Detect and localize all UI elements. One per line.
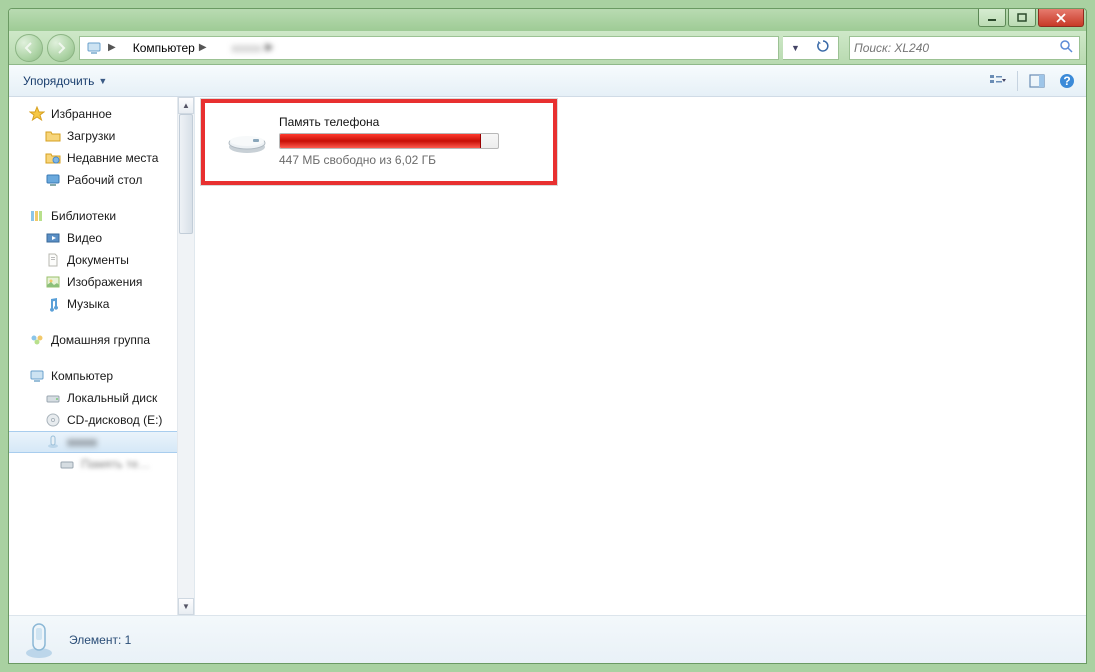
sidebar-music[interactable]: Музыка (9, 293, 194, 315)
sidebar-label: Документы (67, 253, 129, 267)
sidebar-documents[interactable]: Документы (9, 249, 194, 271)
organize-button[interactable]: Упорядочить ▼ (17, 70, 113, 92)
forward-button[interactable] (47, 34, 75, 62)
help-button[interactable]: ? (1056, 70, 1078, 92)
close-button[interactable] (1038, 9, 1084, 27)
sidebar-favorites[interactable]: Избранное (9, 103, 194, 125)
sidebar-label: Компьютер (51, 369, 113, 383)
drive-icon (59, 456, 75, 472)
sidebar-label: Локальный диск (67, 391, 157, 405)
sidebar-local-disk[interactable]: Локальный диск (9, 387, 194, 409)
sidebar-label: Недавние места (67, 151, 158, 165)
chevron-down-icon: ▼ (98, 76, 107, 86)
preview-pane-button[interactable] (1026, 70, 1048, 92)
refresh-icon[interactable] (816, 39, 830, 56)
sidebar: Избранное Загрузки Недавние места (9, 97, 195, 615)
minimize-button[interactable] (978, 9, 1006, 27)
music-icon (45, 296, 61, 312)
sidebar-cd-drive[interactable]: CD-дисковод (E:) (9, 409, 194, 431)
sidebar-libraries[interactable]: Библиотеки (9, 205, 194, 227)
toolbar: Упорядочить ▼ ? (9, 65, 1086, 97)
navbar: ▶ Компьютер ▶ xxxxx ▶ ▼ (9, 31, 1086, 65)
explorer-window: ▶ Компьютер ▶ xxxxx ▶ ▼ Упорядочить (8, 8, 1087, 664)
scroll-track[interactable] (178, 114, 194, 598)
documents-icon (45, 252, 61, 268)
star-icon (29, 106, 45, 122)
sidebar-computer[interactable]: Компьютер (9, 365, 194, 387)
sidebar-label: Рабочий стол (67, 173, 142, 187)
breadcrumb-device[interactable]: xxxxx ▶ (218, 37, 293, 59)
content-pane: Память телефона 447 МБ свободно из 6,02 … (195, 97, 1086, 615)
phone-large-icon (21, 620, 57, 660)
view-options-button[interactable] (987, 70, 1009, 92)
organize-label: Упорядочить (23, 74, 94, 88)
scrollbar[interactable]: ▲ ▼ (177, 97, 194, 615)
maximize-button[interactable] (1008, 9, 1036, 27)
search-box[interactable] (849, 36, 1080, 60)
breadcrumb-root-icon[interactable]: ▶ (80, 37, 127, 59)
sidebar-recent[interactable]: Недавние места (9, 147, 194, 169)
nav-homegroup: Домашняя группа (9, 329, 194, 351)
desktop-icon (45, 172, 61, 188)
refresh-box: ▼ (783, 36, 839, 60)
sidebar-label: Загрузки (67, 129, 115, 143)
explorer-body: Избранное Загрузки Недавние места (9, 97, 1086, 615)
nav-computer: Компьютер Локальный диск CD-дисковод (E:… (9, 365, 194, 475)
sidebar-downloads[interactable]: Загрузки (9, 125, 194, 147)
capacity-fill (280, 134, 481, 148)
breadcrumb[interactable]: ▶ Компьютер ▶ xxxxx ▶ (79, 36, 779, 60)
drive-icon (45, 390, 61, 406)
sidebar-label: Память те… (81, 457, 150, 471)
breadcrumb-computer[interactable]: Компьютер ▶ (127, 37, 218, 59)
sidebar-label: Изображения (67, 275, 142, 289)
scroll-thumb[interactable] (179, 114, 193, 234)
titlebar (9, 9, 1086, 31)
sidebar-label: Музыка (67, 297, 109, 311)
breadcrumb-label: Компьютер (133, 41, 195, 55)
sidebar-homegroup[interactable]: Домашняя группа (9, 329, 194, 351)
sidebar-label: Избранное (51, 107, 112, 121)
recent-icon (45, 150, 61, 166)
scroll-down-button[interactable]: ▼ (178, 598, 194, 615)
chevron-right-icon: ▶ (262, 42, 278, 53)
sidebar-label: CD-дисковод (E:) (67, 413, 162, 427)
capacity-bar (279, 133, 499, 149)
dropdown-icon[interactable]: ▼ (791, 43, 800, 53)
sidebar-desktop[interactable]: Рабочий стол (9, 169, 194, 191)
svg-text:?: ? (1063, 74, 1070, 88)
device-icon (86, 40, 102, 56)
computer-icon (29, 368, 45, 384)
video-icon (45, 230, 61, 246)
sidebar-label: Библиотеки (51, 209, 116, 223)
libraries-icon (29, 208, 45, 224)
sidebar-label: Видео (67, 231, 102, 245)
phone-icon (45, 434, 61, 450)
sidebar-label: Домашняя группа (51, 333, 150, 347)
search-icon[interactable] (1059, 39, 1075, 56)
sidebar-video[interactable]: Видео (9, 227, 194, 249)
sidebar-extra[interactable]: Память те… (9, 453, 194, 475)
folder-icon (45, 128, 61, 144)
pictures-icon (45, 274, 61, 290)
nav-favorites: Избранное Загрузки Недавние места (9, 103, 194, 191)
status-text: Элемент: 1 (69, 633, 131, 647)
sidebar-label-blurred: xxxxx (67, 435, 97, 449)
sidebar-device-selected[interactable]: xxxxx (9, 431, 194, 453)
back-button[interactable] (15, 34, 43, 62)
homegroup-icon (29, 332, 45, 348)
cd-icon (45, 412, 61, 428)
statusbar: Элемент: 1 (9, 615, 1086, 663)
search-input[interactable] (854, 41, 1059, 55)
scroll-up-button[interactable]: ▲ (178, 97, 194, 114)
nav-libraries: Библиотеки Видео Документы (9, 205, 194, 315)
sidebar-pictures[interactable]: Изображения (9, 271, 194, 293)
divider (1017, 71, 1018, 91)
chevron-right-icon: ▶ (104, 42, 120, 53)
chevron-right-icon: ▶ (195, 42, 211, 53)
